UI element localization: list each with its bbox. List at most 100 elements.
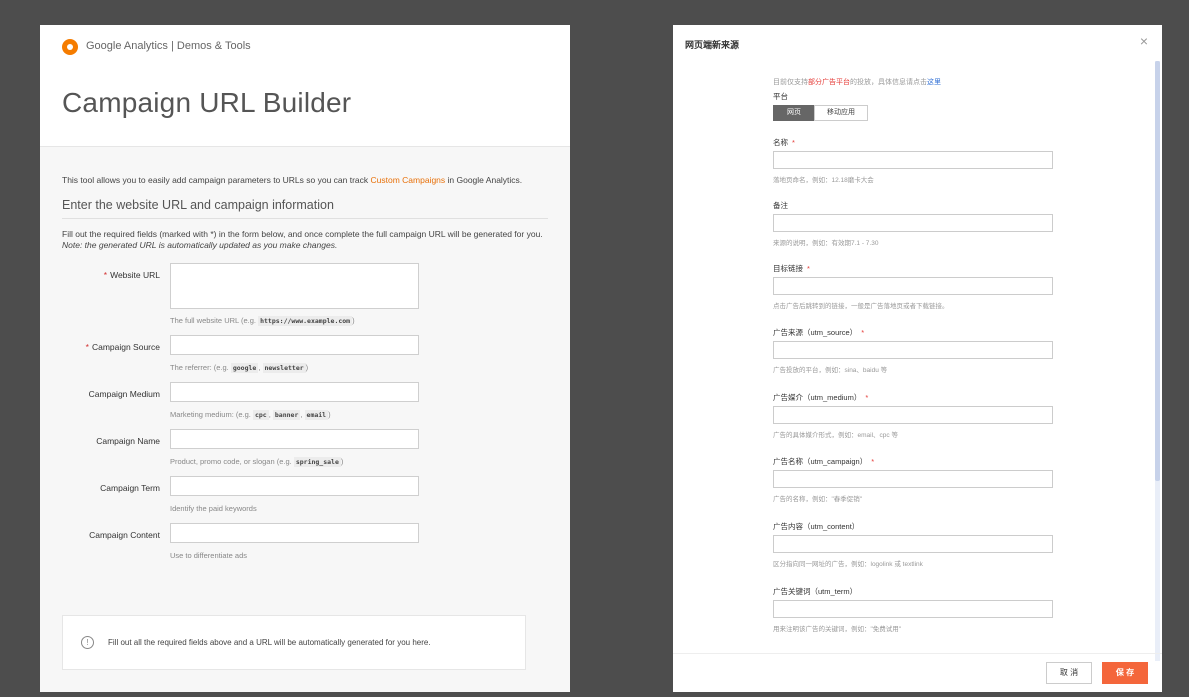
platform-label: 平台 [773,92,788,101]
tab-mobile-app[interactable]: 移动应用 [814,105,868,121]
dialog-field: 目标链接 * 点击广告后跳转到的链接，一般是广告落地页或者下载链接。 [773,263,1053,310]
help-text: Product, promo code, or slogan (e.g. [170,457,294,466]
required-marker: * [85,342,89,352]
output-message: Fill out all the required fields above a… [108,638,431,647]
dialog-field-label: 广告名称（utm_campaign） * [773,456,1053,468]
tab-web[interactable]: 网页 [773,105,815,121]
dialog-field-input[interactable] [773,277,1053,295]
platform-tabs: 网页 移动应用 [773,105,868,121]
save-button[interactable]: 保 存 [1102,662,1148,684]
dialog-field-label-text: 广告媒介（utm_medium） [773,393,862,402]
field-label-text: Campaign Name [96,436,160,446]
generated-url-output: ! Fill out all the required fields above… [62,615,526,670]
required-marker: * [871,457,875,466]
notice-link[interactable]: 这里 [927,79,941,86]
field-help: The full website URL (e.g. https://www.e… [170,315,355,327]
dialog-field-help: 落地页命名，例如：12.18磨卡大会 [773,177,874,184]
dialog-field-label-text: 目标链接 [773,264,803,273]
dialog-field-help: 用来注明该广告的关键词，例如："免费试用" [773,626,902,633]
dialog-field-input[interactable] [773,406,1053,424]
dialog-field-label-text: 备注 [773,201,788,210]
field-label-text: Campaign Content [89,530,160,540]
field-input[interactable] [170,263,419,309]
help-text: The referrer: (e.g. [170,363,231,372]
dialog-field-label: 广告媒介（utm_medium） * [773,392,1053,404]
example-code: https://www.example.com [258,316,353,326]
notice-highlight: 部分广告平台 [808,79,850,86]
dialog-field-label: 广告内容（utm_content） [773,521,1053,533]
help-text: Use to differentiate ads [170,551,247,560]
help-text: Marketing medium: (e.g. [170,410,253,419]
dialog-field-help: 区分指向同一网址的广告，例如：logolink 或 textlink [773,561,923,568]
analytics-logo-icon [62,39,78,55]
field-label: Campaign Name [62,436,160,447]
form-row: Campaign Name Product, promo code, or slo… [62,429,548,476]
field-help: The referrer: (e.g. google, newsletter) [170,362,308,374]
required-marker: * [807,264,810,273]
field-input[interactable] [170,476,419,496]
dialog-field: 广告名称（utm_campaign） * 广告的名称，例如："春季促销" [773,456,1053,503]
field-help: Marketing medium: (e.g. cpc, banner, ema… [170,409,331,421]
field-input[interactable] [170,382,419,402]
field-help: Identify the paid keywords [170,503,257,514]
campaign-url-builder-panel: Google Analytics | Demos & Tools Campaig… [40,25,570,692]
help-text-end: ) [352,316,355,325]
page-header: Google Analytics | Demos & Tools Campaig… [40,25,570,147]
dialog-field: 广告媒介（utm_medium） * 广告的具体媒介形式，例如：email、cpc … [773,392,1053,439]
dialog-field-help: 广告投放的平台，例如：sina、baidu 等 [773,367,888,374]
required-marker: * [861,328,865,337]
field-label-text: Campaign Term [100,483,160,493]
dialog-field-input[interactable] [773,470,1053,488]
field-help: Use to differentiate ads [170,550,247,561]
field-label: Campaign Content [62,530,160,541]
required-marker: * [792,138,795,147]
dialog-field-help: 来源的说明，例如：有效期7.1 - 7.30 [773,240,879,247]
close-icon[interactable]: × [1140,33,1148,49]
example-code: email [304,410,329,420]
form-row: Campaign Medium Marketing medium: (e.g. c… [62,382,548,429]
example-code: spring_sale [293,457,341,467]
required-marker: * [103,270,108,280]
dialog-field-label: 备注 [773,200,1053,212]
campaign-form: * Website URL The full website URL (e.g. h… [62,263,548,570]
form-row: Campaign Content Use to differentiate ads [62,523,548,570]
dialog-field-label: 目标链接 * [773,263,1053,275]
brand-text[interactable]: Google Analytics | Demos & Tools [86,40,251,52]
instructions-text: Fill out the required fields (marked wit… [62,229,543,250]
dialog-footer: 取 消 保 存 [673,653,1162,692]
field-input[interactable] [170,335,419,355]
field-label: * Campaign Source [62,342,160,353]
dialog-field-input[interactable] [773,214,1053,232]
dialog-field-input[interactable] [773,535,1053,553]
form-row: * Website URL The full website URL (e.g. h… [62,263,548,335]
custom-campaigns-link[interactable]: Custom Campaigns [371,175,446,185]
dialog-field-help: 广告的名称，例如："春季促销" [773,496,863,503]
dialog-field-label-text: 广告关键词（utm_term） [773,587,858,596]
dialog-field-input[interactable] [773,600,1053,618]
code-separator: , [300,410,305,419]
example-code: newsletter [262,363,306,373]
field-input[interactable] [170,429,419,449]
dialog-field-label-text: 广告来源（utm_source） [773,328,858,337]
intro-text: This tool allows you to easily add campa… [62,175,523,185]
dialog-field-input[interactable] [773,341,1053,359]
section-title: Enter the website URL and campaign infor… [62,199,548,219]
field-label: Campaign Medium [62,389,160,400]
field-input[interactable] [170,523,419,543]
cancel-button[interactable]: 取 消 [1046,662,1092,684]
dialog-field: 广告关键词（utm_term） 用来注明该广告的关键词，例如："免费试用" [773,586,1053,633]
dialog-field: 广告来源（utm_source） * 广告投放的平台，例如：sina、baidu 等 [773,327,1053,374]
platform-notice: 目前仅支持部分广告平台的投放，具体信息请点击这里 [773,79,941,86]
help-text-end: ) [328,410,331,419]
example-code: google [230,363,259,373]
dialog-field-label-text: 名称 [773,138,788,147]
scrollbar-thumb[interactable] [1155,61,1160,481]
dialog-field-input[interactable] [773,151,1053,169]
field-label-text: Campaign Medium [88,389,160,399]
info-icon: ! [81,636,94,649]
dialog-field: 备注来源的说明，例如：有效期7.1 - 7.30 [773,200,1053,247]
field-label: * Website URL [62,270,160,281]
dialog-field-label: 广告关键词（utm_term） [773,586,1053,598]
dialog-scrollbar[interactable] [1155,61,1160,661]
builder-body: This tool allows you to easily add campa… [40,147,570,570]
